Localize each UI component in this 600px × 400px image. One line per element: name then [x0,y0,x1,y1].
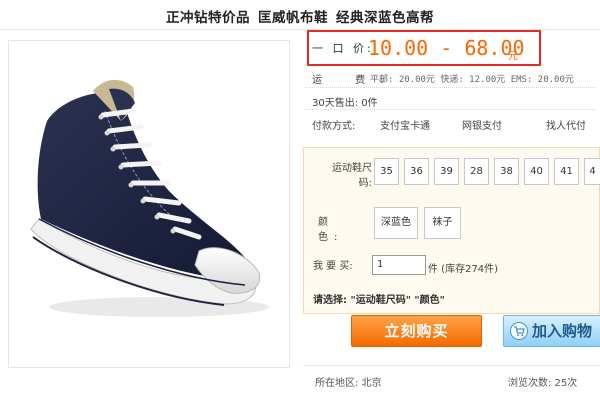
size-option[interactable]: 40 [524,158,549,185]
location-info: 所在地区: 北京 [315,378,382,389]
divider [305,109,595,110]
title-part-1: 正冲钻特价品 [166,10,250,26]
size-label-line1: 运动鞋尺 [332,163,372,174]
payment-option-online-bank[interactable]: 网银支付 [462,117,502,132]
divider [305,87,595,88]
price-value: 10.00 - 68.00 [368,36,525,60]
buy-now-button[interactable]: 立刻购买 [351,315,482,347]
sold-count: 30天售出: 0件 [312,98,378,109]
product-title: 正冲钻特价品 匡威帆布鞋 经典深蓝色高帮 [0,6,600,26]
title-part-2: 匡威帆布鞋 [258,10,328,26]
payment-label: 付款方式: [312,121,356,132]
size-label: 运动鞋尺 码: [318,159,372,189]
size-option[interactable]: 36 [404,158,429,185]
size-label-line2: 码: [358,178,372,189]
product-image[interactable] [8,40,290,368]
stock-info: 件 (库存274件) [428,264,499,275]
size-option[interactable]: 41 [554,158,579,185]
price-label: 一 口 价: [312,42,374,55]
shipping-fees: 平邮: 20.00元 快递: 12.00元 EMS: 20.00元 [370,75,574,85]
payment-option-alipay-card[interactable]: 支付宝卡通 [380,117,430,132]
payment-option-pay-for-me[interactable]: 找人代付 [546,117,586,132]
cart-icon [510,322,528,340]
title-part-3: 经典深蓝色高帮 [336,10,434,26]
selection-prompt: 请选择: "运动鞋尺码" "颜色" [313,291,445,306]
quantity-input[interactable]: 1 [372,255,426,275]
quantity-label: 我 要 买: [313,261,353,272]
size-option[interactable]: 4 [584,158,600,185]
size-option[interactable]: 28 [464,158,489,185]
shoe-illustration [30,79,269,317]
size-option[interactable]: 35 [374,158,399,185]
selection-prompt-items: "运动鞋尺码" "颜色" [350,295,445,306]
color-label: 颜 色: [318,217,344,243]
size-option[interactable]: 38 [494,158,519,185]
add-to-cart-button[interactable]: 加入购物 [503,315,600,347]
color-option-socks[interactable]: 袜子 [424,207,461,239]
price-unit: 元 [508,51,518,62]
view-count: 浏览次数: 25次 [508,378,578,389]
add-to-cart-label: 加入购物 [532,322,593,340]
selection-prompt-prefix: 请选择: [313,295,347,306]
divider [303,365,600,366]
size-option[interactable]: 39 [434,158,459,185]
color-option-navy[interactable]: 深蓝色 [374,207,418,239]
